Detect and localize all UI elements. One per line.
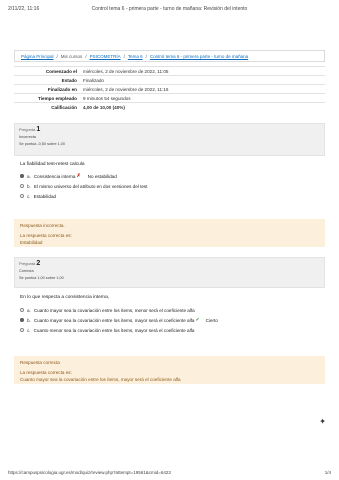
summary-row: Comenzado el miércoles, 2 de noviembre d…: [14, 66, 325, 76]
summary-value: miércoles, 2 de noviembre de 2022, 11:16: [80, 84, 325, 94]
question-1-feedback: Respuesta incorrecta. La respuesta corre…: [14, 219, 325, 247]
correct-answer: Estabilidad: [20, 240, 43, 245]
summary-row: Finalizado en miércoles, 2 de noviembre …: [14, 84, 325, 94]
option-text: Estabilidad: [33, 193, 57, 199]
page-number: 1/4: [324, 470, 331, 475]
summary-value: 4,00 de 10,00 (40%): [80, 102, 325, 111]
breadcrumb-course[interactable]: PSICOMETRÍA: [90, 54, 121, 59]
answer-option[interactable]: a. Cuanto mayor sea la covariación entre…: [20, 305, 218, 315]
answer-option[interactable]: c. Estabilidad: [20, 191, 147, 201]
correct-answer-intro: La respuesta correcta es:: [20, 233, 72, 238]
option-feedback: No estabilidad: [87, 173, 117, 179]
question-marks: Se puntúa 1,00 sobre 1,00: [19, 276, 64, 280]
question-1-options: a. Consistencia interna ✗ No estabilidad…: [20, 171, 147, 201]
print-title: Control tema 6 - primera parte - turno d…: [91, 6, 248, 12]
question-status: Correcta: [19, 269, 34, 273]
print-url: https://campuspsicologia.ugr.es/mod/quiz…: [8, 470, 171, 475]
option-text: Cuanto mayor sea la covariación entre lo…: [33, 317, 195, 323]
answer-option[interactable]: a. Consistencia interna ✗ No estabilidad: [20, 171, 147, 181]
answer-option[interactable]: b. Cuanto mayor sea la covariación entre…: [20, 315, 218, 325]
breadcrumb-separator: /: [56, 54, 58, 59]
summary-row: Estado Finalizado: [14, 75, 325, 85]
incorrect-icon: ✗: [76, 173, 81, 179]
summary-key: Finalizado en: [14, 84, 80, 94]
summary-value: miércoles, 2 de noviembre de 2022, 11:05: [80, 66, 325, 76]
answer-option[interactable]: b. El mismo universo del atributo en dos…: [20, 181, 147, 191]
radio-button[interactable]: [20, 174, 24, 178]
answer-option[interactable]: c. Cuanto menor sea la covariación entre…: [20, 325, 218, 335]
breadcrumb-separator: /: [85, 54, 87, 59]
option-text: Cuanto menor sea la covariación entre lo…: [33, 327, 195, 333]
breadcrumb: Página Principal / Mis cursos / PSICOMETRÍA /…: [14, 50, 325, 62]
option-text: Consistencia interna: [33, 173, 76, 179]
question-1-text: La fiabilidad test-retest calcula: [20, 162, 85, 167]
radio-button[interactable]: [20, 184, 24, 188]
question-number: Pregunta 1: [19, 126, 41, 133]
question-2-info: Pregunta 2 Correcta Se puntúa 1,00 sobre…: [14, 257, 325, 288]
flag-icon[interactable]: ✦: [319, 417, 326, 426]
radio-button[interactable]: [20, 308, 24, 312]
summary-value: Finalizado: [80, 75, 325, 85]
question-2-feedback: Respuesta correcta La respuesta correcta…: [14, 356, 325, 384]
question-status: Incorrecta: [19, 135, 36, 139]
option-text: El mismo universo del atributo en dos ve…: [33, 183, 148, 189]
option-feedback: Cierto: [205, 317, 218, 323]
summary-key: Estado: [14, 75, 80, 85]
attempt-summary-table: Comenzado el miércoles, 2 de noviembre d…: [14, 66, 325, 111]
option-text: Cuanto mayor sea la covariación entre lo…: [33, 307, 195, 313]
question-2-text: En lo que respecta a consistencia intern…: [20, 295, 110, 300]
radio-button[interactable]: [20, 328, 24, 332]
summary-row: Calificación 4,00 de 10,00 (40%): [14, 102, 325, 111]
question-1-info: Pregunta 1 Incorrecta Se puntúa -0,50 so…: [14, 123, 325, 156]
breadcrumb-home[interactable]: Página Principal: [21, 54, 54, 59]
result-text: Respuesta correcta: [20, 360, 60, 365]
result-text: Respuesta incorrecta.: [20, 223, 65, 228]
radio-button[interactable]: [20, 318, 24, 322]
correct-icon: ✓: [195, 317, 200, 323]
breadcrumb-separator: /: [145, 54, 147, 59]
breadcrumb-my-courses: Mis cursos: [60, 54, 83, 59]
breadcrumb-separator: /: [123, 54, 125, 59]
breadcrumb-quiz[interactable]: Control tema 6 - primera parte - turno d…: [150, 54, 248, 59]
question-marks: Se puntúa -0,50 sobre 1,00: [19, 142, 66, 146]
summary-key: Tiempo empleado: [14, 93, 80, 103]
radio-button[interactable]: [20, 194, 24, 198]
question-2-options: a. Cuanto mayor sea la covariación entre…: [20, 305, 218, 335]
question-number: Pregunta 2: [19, 260, 41, 267]
correct-answer-intro: La respuesta correcta es:: [20, 370, 72, 375]
summary-key: Calificación: [14, 102, 80, 111]
summary-row: Tiempo empleado 9 minutos 54 segundos: [14, 93, 325, 103]
correct-answer: Cuanto mayor sea la covariación entre lo…: [20, 377, 181, 382]
breadcrumb-section[interactable]: Tema 6: [128, 54, 143, 59]
summary-value: 9 minutos 54 segundos: [80, 93, 325, 103]
summary-key: Comenzado el: [14, 66, 80, 76]
